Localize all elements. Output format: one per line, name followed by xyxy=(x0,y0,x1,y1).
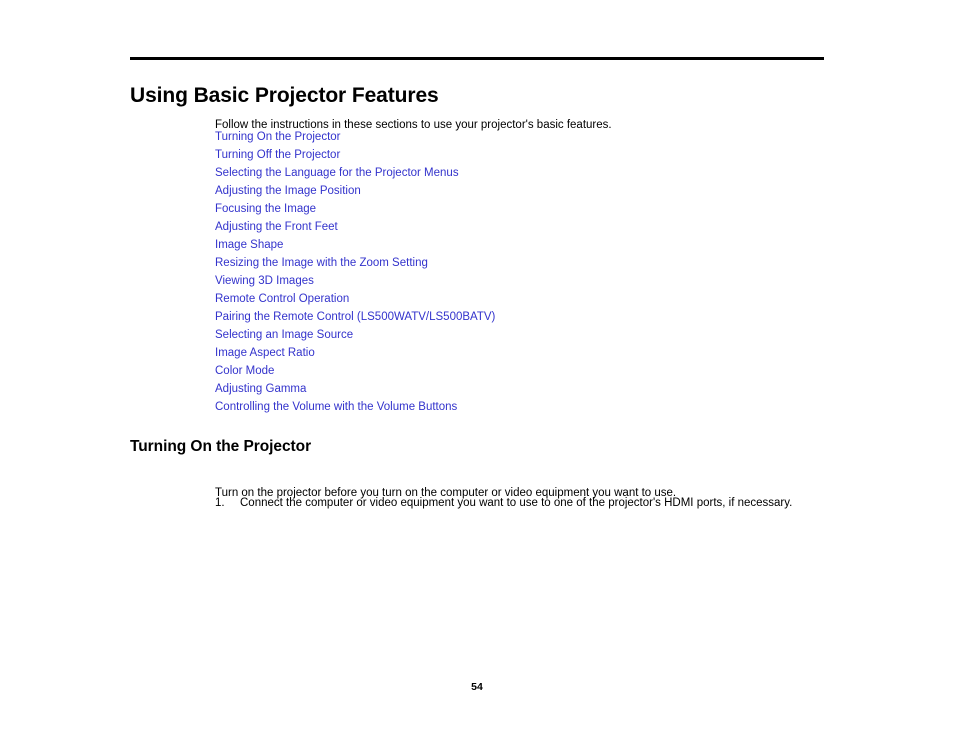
link-adjusting-the-front-feet[interactable]: Adjusting the Front Feet xyxy=(215,221,338,233)
list-item: Image Shape xyxy=(215,236,495,254)
list-item: Selecting the Language for the Projector… xyxy=(215,164,495,182)
link-selecting-an-image-source[interactable]: Selecting an Image Source xyxy=(215,329,353,341)
step-number: 1. xyxy=(215,497,225,509)
list-item: Selecting an Image Source xyxy=(215,326,495,344)
list-item: Resizing the Image with the Zoom Setting xyxy=(215,254,495,272)
section-heading-turning-on-the-projector: Turning On the Projector xyxy=(130,437,312,455)
step-text: Connect the computer or video equipment … xyxy=(240,497,793,509)
list-item: Adjusting the Front Feet xyxy=(215,218,495,236)
list-item: Pairing the Remote Control (LS500WATV/LS… xyxy=(215,308,495,326)
link-pairing-the-remote-control[interactable]: Pairing the Remote Control (LS500WATV/LS… xyxy=(215,311,495,323)
list-item: Viewing 3D Images xyxy=(215,272,495,290)
link-color-mode[interactable]: Color Mode xyxy=(215,365,274,377)
list-item: Turning Off the Projector xyxy=(215,146,495,164)
list-item: 1. Connect the computer or video equipme… xyxy=(215,496,815,511)
link-selecting-the-language-for-the-projector-menus[interactable]: Selecting the Language for the Projector… xyxy=(215,167,459,179)
link-viewing-3d-images[interactable]: Viewing 3D Images xyxy=(215,275,314,287)
list-item: Adjusting the Image Position xyxy=(215,182,495,200)
link-adjusting-the-image-position[interactable]: Adjusting the Image Position xyxy=(215,185,361,197)
list-item: Image Aspect Ratio xyxy=(215,344,495,362)
list-item: Adjusting Gamma xyxy=(215,380,495,398)
link-image-aspect-ratio[interactable]: Image Aspect Ratio xyxy=(215,347,315,359)
link-resizing-the-image-with-the-zoom-setting[interactable]: Resizing the Image with the Zoom Setting xyxy=(215,257,428,269)
page-number: 54 xyxy=(471,681,483,693)
link-remote-control-operation[interactable]: Remote Control Operation xyxy=(215,293,349,305)
list-item: Focusing the Image xyxy=(215,200,495,218)
link-turning-off-the-projector[interactable]: Turning Off the Projector xyxy=(215,149,340,161)
link-image-shape[interactable]: Image Shape xyxy=(215,239,283,251)
list-item: Controlling the Volume with the Volume B… xyxy=(215,398,495,416)
numbered-step-list: 1. Connect the computer or video equipme… xyxy=(215,496,815,511)
link-focusing-the-image[interactable]: Focusing the Image xyxy=(215,203,316,215)
list-item: Color Mode xyxy=(215,362,495,380)
link-controlling-the-volume-with-the-volume-buttons[interactable]: Controlling the Volume with the Volume B… xyxy=(215,401,457,413)
list-item: Remote Control Operation xyxy=(215,290,495,308)
section-link-list: Turning On the Projector Turning Off the… xyxy=(215,128,495,416)
title-rule xyxy=(130,57,824,60)
link-adjusting-gamma[interactable]: Adjusting Gamma xyxy=(215,383,306,395)
page-title: Using Basic Projector Features xyxy=(130,84,439,108)
link-turning-on-the-projector[interactable]: Turning On the Projector xyxy=(215,131,341,143)
document-page: Using Basic Projector Features Follow th… xyxy=(0,0,954,738)
list-item: Turning On the Projector xyxy=(215,128,495,146)
